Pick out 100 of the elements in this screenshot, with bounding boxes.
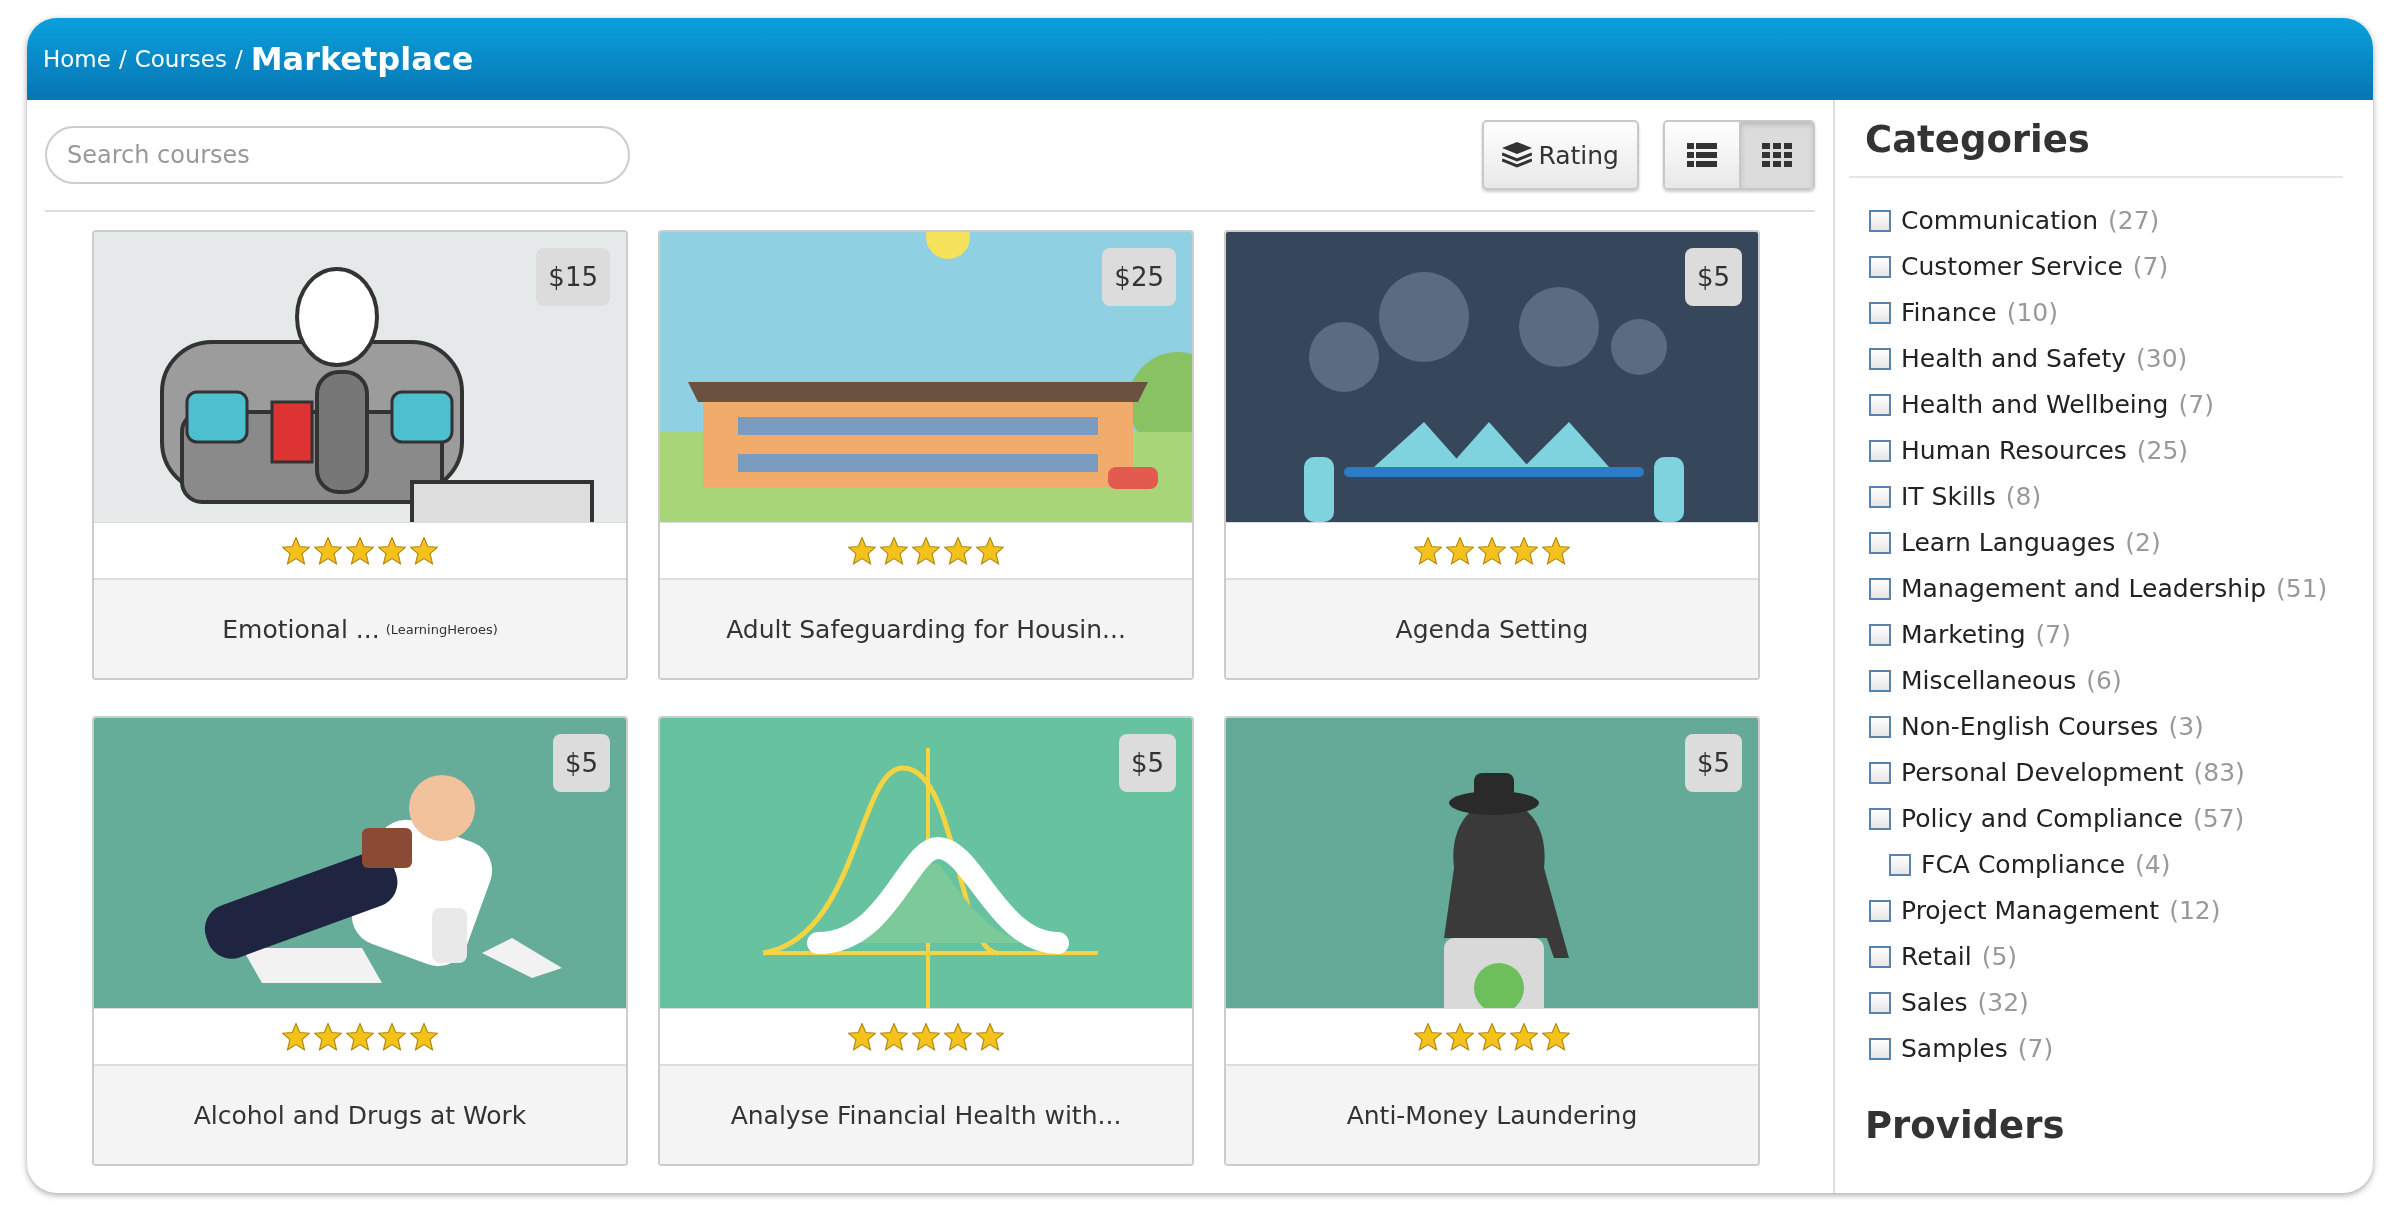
checkbox[interactable] <box>1869 1037 1891 1060</box>
category-count: (6) <box>2086 666 2122 696</box>
list-view-icon <box>1687 143 1717 167</box>
price-badge: $5 <box>1684 248 1742 306</box>
checkbox[interactable] <box>1869 669 1891 692</box>
section-heading: Providers <box>1864 1102 2066 1149</box>
star-icon <box>976 536 1004 565</box>
category-count: (12) <box>2169 896 2221 926</box>
breadcrumb-link[interactable]: Courses <box>134 46 227 72</box>
course-title: Emotional ... <box>222 614 380 644</box>
category-label[interactable]: Human Resources <box>1901 436 2127 466</box>
category-label[interactable]: FCA Compliance <box>1921 850 2126 880</box>
category-label[interactable]: IT Skills <box>1901 482 1996 512</box>
category-label[interactable]: Personal Development <box>1901 758 2184 788</box>
star-icon <box>1414 536 1442 565</box>
star-icon <box>1478 536 1506 565</box>
category-count: (7) <box>2132 252 2169 282</box>
star-icon <box>880 536 908 565</box>
star-icon <box>912 536 940 565</box>
sort-button[interactable]: Rating <box>1482 120 1639 190</box>
view-toggle[interactable] <box>1739 122 1813 188</box>
search-field[interactable]: Search courses <box>45 126 630 184</box>
category-label[interactable]: Marketing <box>1901 620 2026 650</box>
category-label[interactable]: Management and Leadership <box>1901 574 2266 604</box>
checkbox[interactable] <box>1869 209 1891 232</box>
category-count: (5) <box>1981 942 2018 972</box>
checkbox[interactable] <box>1869 301 1891 324</box>
course-card[interactable]: $25 Adult Safeguarding for Housin... <box>658 230 1194 680</box>
checkbox[interactable] <box>1869 807 1891 830</box>
star-icon <box>314 1022 342 1051</box>
checkbox[interactable] <box>1869 393 1891 416</box>
star-icon <box>378 1022 406 1051</box>
category-label[interactable]: Policy and Compliance <box>1901 804 2183 834</box>
star-icon <box>1542 536 1570 565</box>
course-card[interactable]: $5 Analyse Financial Health with... <box>658 716 1194 1166</box>
layers-icon <box>1502 142 1533 168</box>
category-count: (7) <box>2178 390 2214 420</box>
star-icon <box>944 536 972 565</box>
checkbox[interactable] <box>1889 853 1911 876</box>
price-badge: $5 <box>552 734 610 792</box>
category-label[interactable]: Miscellaneous <box>1901 666 2077 696</box>
section-heading: Categories <box>1849 100 2343 178</box>
category-label[interactable]: Health and Wellbeing <box>1901 390 2169 420</box>
course-card[interactable]: $5 Agenda Setting <box>1224 230 1760 680</box>
breadcrumb-separator: / <box>118 46 127 72</box>
star-icon <box>944 1022 972 1051</box>
category-label[interactable]: Retail <box>1901 942 1972 972</box>
checkbox[interactable] <box>1869 991 1891 1014</box>
course-title: Adult Safeguarding for Housin... <box>726 614 1126 644</box>
breadcrumb-separator: / <box>234 46 243 72</box>
star-icon <box>346 536 374 565</box>
star-icon <box>1510 536 1538 565</box>
category-label[interactable]: Sales <box>1901 988 1968 1018</box>
category-count: (3) <box>2168 712 2204 742</box>
checkbox[interactable] <box>1869 899 1891 922</box>
course-title: Agenda Setting <box>1395 614 1589 644</box>
star-icon <box>848 536 876 565</box>
star-icon <box>314 536 342 565</box>
checkbox[interactable] <box>1869 945 1891 968</box>
price-badge: $5 <box>1684 734 1742 792</box>
course-card[interactable]: $5 Alcohol and Drugs at Work <box>92 716 628 1166</box>
category-label[interactable]: Health and Safety <box>1901 344 2126 374</box>
category-label[interactable]: Customer Service <box>1901 252 2123 282</box>
checkbox[interactable] <box>1869 761 1891 784</box>
category-count: (27) <box>2108 206 2160 236</box>
star-icon <box>880 1022 908 1051</box>
category-label[interactable]: Project Management <box>1901 896 2160 926</box>
star-icon <box>410 1022 438 1051</box>
checkbox[interactable] <box>1869 531 1891 554</box>
checkbox[interactable] <box>1869 439 1891 462</box>
checkbox[interactable] <box>1869 485 1891 508</box>
checkbox[interactable] <box>1869 715 1891 738</box>
star-icon <box>1478 1022 1506 1051</box>
category-count: (57) <box>2193 804 2245 834</box>
star-icon <box>912 1022 940 1051</box>
checkbox[interactable] <box>1869 347 1891 370</box>
star-icon <box>410 536 438 565</box>
breadcrumb-link[interactable]: Home <box>43 46 111 72</box>
price-badge: $15 <box>536 248 610 306</box>
category-label[interactable]: Finance <box>1901 298 1997 328</box>
category-label[interactable]: Communication <box>1901 206 2099 236</box>
category-count: (7) <box>2035 620 2072 650</box>
checkbox[interactable] <box>1869 623 1891 646</box>
category-count: (10) <box>2006 298 2058 328</box>
star-icon <box>1414 1022 1442 1051</box>
view-toggle[interactable] <box>1665 122 1739 188</box>
category-count: (2) <box>2125 528 2161 558</box>
course-provider: (LearningHeroes) <box>385 621 498 637</box>
star-icon <box>1542 1022 1570 1051</box>
category-label[interactable]: Samples <box>1901 1034 2008 1064</box>
category-label[interactable]: Learn Languages <box>1901 528 2116 558</box>
checkbox[interactable] <box>1869 255 1891 278</box>
checkbox[interactable] <box>1869 577 1891 600</box>
course-card[interactable]: $5 Anti-Money Laundering <box>1224 716 1760 1166</box>
star-icon <box>848 1022 876 1051</box>
star-icon <box>1510 1022 1538 1051</box>
star-icon <box>1446 1022 1474 1051</box>
course-card[interactable]: $15 Emotional ... (LearningHeroes) <box>92 230 628 680</box>
category-label[interactable]: Non-English Courses <box>1901 712 2159 742</box>
price-badge: $25 <box>1102 248 1176 306</box>
